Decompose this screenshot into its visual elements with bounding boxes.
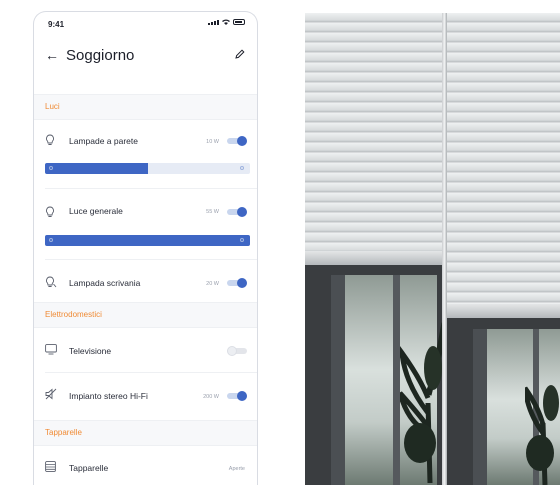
header: ← Soggiorno [34,42,257,72]
power-value: 20 W [206,281,219,287]
speaker-icon [45,388,57,400]
item-label: Lampade a parete [69,136,138,146]
back-arrow-icon[interactable]: ← [45,47,59,63]
toggle-main-light[interactable] [227,207,247,217]
tv-icon [45,344,57,355]
brightness-slider-main-light[interactable] [45,235,250,246]
section-label: Elettrodomestici [45,310,102,319]
power-value: 10 W [206,139,219,145]
plant-reflection [525,385,559,485]
shutter-bottom-rail [447,304,560,318]
power-value: 200 W [203,394,219,400]
list-item-tv[interactable]: Televisione [34,330,257,370]
section-label: Tapparelle [45,428,82,437]
toggle-hifi[interactable] [227,391,247,401]
toggle-desk-lamp[interactable] [227,278,247,288]
slider-marker [240,166,244,170]
toggle-tv[interactable] [227,346,247,356]
shutter-icon [45,461,56,472]
lightbulb-icon [46,206,54,217]
status-time: 9:41 [48,20,65,29]
list-item-shutters[interactable]: Tapparelle Aperte [34,448,257,485]
phone-screen: 9:41 ← Soggiorno Luci Lampade a parete 1… [33,11,258,485]
window-post [473,329,487,485]
divider [45,372,257,373]
wifi-icon [222,19,230,25]
shutter-state: Aperte [228,466,245,472]
slider-marker [49,238,53,242]
slider-marker [240,238,244,242]
divider [45,188,257,189]
plant-reflection [400,322,445,483]
lightbulb-icon [46,276,57,288]
item-label: Impianto stereo Hi-Fi [69,391,148,401]
toggle-wall-lamps[interactable] [227,136,247,146]
section-shutters: Tapparelle [34,420,257,446]
roller-shutter-left [305,13,442,263]
list-item-desk-lamp[interactable]: Lampada scrivania 20 W [34,262,257,304]
window-post [331,275,345,485]
slider-marker [49,166,53,170]
item-label: Lampada scrivania [69,278,141,288]
shutter-bottom-rail [305,251,442,265]
power-value: 55 W [206,209,219,215]
signal-icon [208,20,219,25]
window-post [393,275,400,485]
lightbulb-icon [46,134,54,145]
section-lights: Luci [34,94,257,120]
battery-icon [233,19,245,25]
section-label: Luci [45,102,60,111]
status-icons [208,19,245,25]
status-bar: 9:41 [34,12,257,36]
roller-shutter-right [447,13,560,316]
page-title: Soggiorno [66,47,135,64]
list-item-wall-lamps[interactable]: Lampade a parete 10 W [34,122,257,180]
section-appliances: Elettrodomestici [34,302,257,328]
item-label: Luce generale [69,206,123,216]
divider [45,259,257,260]
item-label: Tapparelle [69,463,109,473]
center-mullion [442,13,447,485]
pencil-icon[interactable] [235,49,245,59]
list-item-hifi[interactable]: Impianto stereo Hi-Fi 200 W [34,374,257,414]
brightness-slider-wall-lamps[interactable] [45,163,250,174]
slider-fill [45,163,148,174]
slider-fill [45,235,250,246]
list-item-main-light[interactable]: Luce generale 55 W [34,192,257,252]
item-label: Televisione [69,346,112,356]
window-shutter-photo [305,13,560,485]
